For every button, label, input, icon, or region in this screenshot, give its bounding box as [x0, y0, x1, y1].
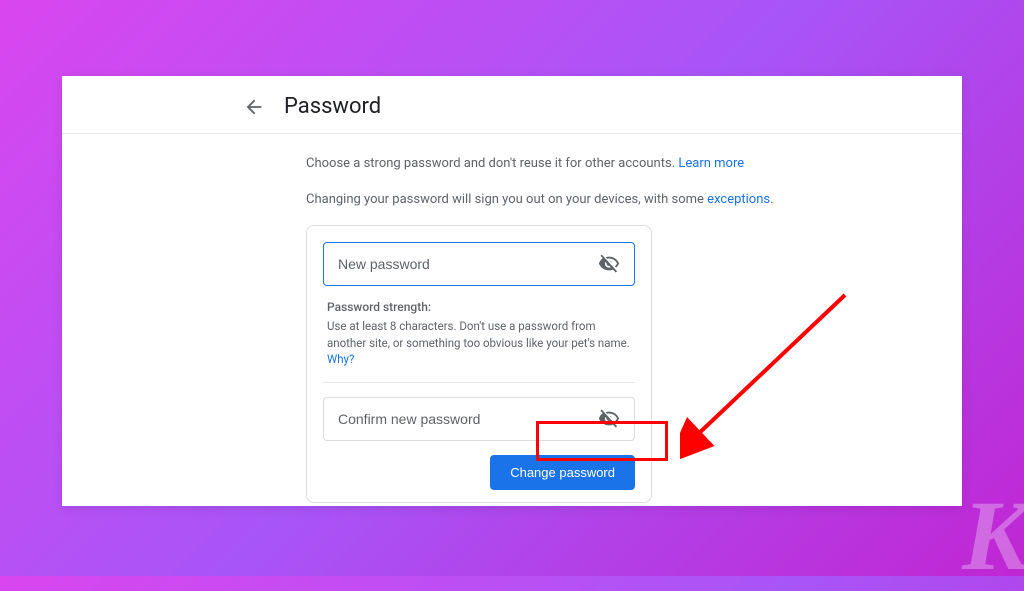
intro-line-1: Choose a strong password and don't reuse…	[306, 154, 938, 174]
page-title: Password	[284, 94, 381, 119]
learn-more-link[interactable]: Learn more	[678, 156, 744, 171]
eye-off-icon[interactable]	[598, 408, 620, 430]
button-row: Change password	[323, 455, 635, 490]
password-card: Password strength: Use at least 8 charac…	[306, 225, 652, 503]
intro-text-2b: .	[770, 192, 773, 207]
intro-text-1: Choose a strong password and don't reuse…	[306, 156, 678, 171]
settings-window: Password Choose a strong password and do…	[62, 76, 962, 506]
intro-text-2a: Changing your password will sign you out…	[306, 192, 707, 207]
confirm-password-input[interactable]	[338, 411, 598, 427]
exceptions-link[interactable]: exceptions	[707, 192, 770, 207]
content-area: Choose a strong password and don't reuse…	[62, 134, 962, 503]
watermark-k-logo: K	[962, 486, 1024, 586]
new-password-field-wrapper	[323, 242, 635, 286]
change-password-button[interactable]: Change password	[490, 455, 635, 490]
intro-line-2: Changing your password will sign you out…	[306, 190, 938, 210]
new-password-input[interactable]	[338, 256, 598, 272]
confirm-password-field-wrapper	[323, 397, 635, 441]
page-header: Password	[62, 76, 962, 134]
eye-off-icon[interactable]	[598, 253, 620, 275]
why-link[interactable]: Why?	[327, 352, 354, 366]
strength-label: Password strength:	[327, 300, 631, 314]
back-arrow-icon[interactable]	[242, 95, 266, 119]
password-strength-section: Password strength: Use at least 8 charac…	[323, 300, 635, 383]
strength-description: Use at least 8 characters. Don't use a p…	[327, 319, 630, 350]
strength-text: Use at least 8 characters. Don't use a p…	[327, 318, 631, 368]
watermark-dots	[920, 480, 946, 506]
